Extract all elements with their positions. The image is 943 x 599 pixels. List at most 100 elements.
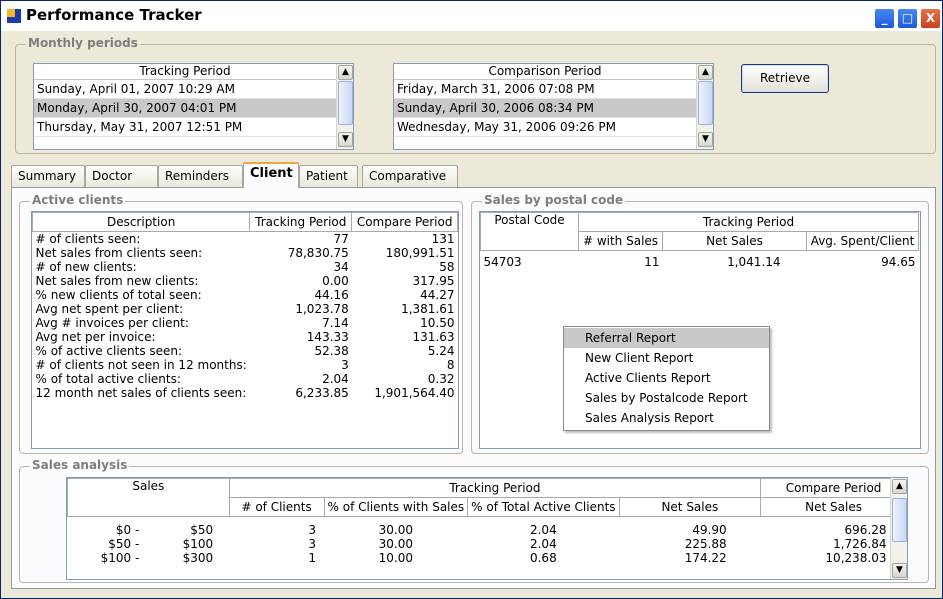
maximize-button[interactable]: □	[897, 8, 918, 29]
compare-value-cell: 0.32	[427, 372, 455, 386]
close-button[interactable]: X	[920, 8, 941, 29]
menu-item-sales-analysis-report[interactable]: Sales Analysis Report	[564, 408, 769, 428]
column-header-tracking-period[interactable]: Tracking Period	[249, 212, 353, 232]
tab-doctor[interactable]: Doctor	[85, 165, 158, 187]
sales-analysis-grid[interactable]: Sales Tracking Period Compare Period # o…	[66, 477, 908, 580]
scroll-thumb[interactable]	[338, 81, 353, 125]
comparison-period-list[interactable]: Comparison Period Friday, March 31, 2006…	[393, 63, 714, 150]
description-cell: Avg net per invoice:	[35, 330, 156, 344]
compare-value-cell: 10.50	[420, 316, 455, 330]
column-header-with-sales[interactable]: # with Sales	[578, 231, 663, 251]
scroll-thumb[interactable]	[892, 498, 907, 542]
column-header-pct-total-active-clients[interactable]: % of Total Active Clients	[467, 497, 620, 517]
tracking-period-row[interactable]: Thursday, May 31, 2007 12:51 PM	[34, 118, 336, 137]
table-row[interactable]: $0 - $50 3 30.00 2.04 49.90 696.28	[68, 517, 907, 538]
scroll-down-icon[interactable]: ▼	[892, 563, 907, 578]
column-header-tracking-period[interactable]: Tracking Period	[228, 478, 762, 498]
scroll-thumb[interactable]	[698, 81, 713, 125]
column-header-pct-clients-with-sales[interactable]: % of Clients with Sales	[323, 497, 469, 517]
minimize-button[interactable]: _	[874, 8, 895, 29]
column-header-compare-period[interactable]: Compare Period	[351, 212, 458, 232]
tab-reminders[interactable]: Reminders	[158, 165, 243, 187]
table-row[interactable]: $50 - $100 3 30.00 2.04 225.88 1,726.84	[68, 537, 907, 551]
pct-clients-with-sales-cell: 30.00	[378, 537, 414, 551]
table-row[interactable]: 54703 11 1,041.14 94.65	[481, 251, 919, 273]
retrieve-button[interactable]: Retrieve	[741, 64, 829, 93]
column-header-net-sales[interactable]: Net Sales	[618, 497, 762, 517]
table-row[interactable]: # of clients seen: 77 131	[33, 232, 458, 247]
compare-value-cell: 8	[446, 358, 455, 372]
tracking-period-row[interactable]: Sunday, April 01, 2007 10:29 AM	[34, 80, 336, 99]
table-row[interactable]: % of active clients seen: 52.38 5.24	[33, 344, 458, 358]
tab-summary[interactable]: Summary	[11, 165, 85, 187]
compare-net-sales-cell: 696.28	[844, 523, 887, 537]
active-clients-grid[interactable]: Description Tracking Period Compare Peri…	[31, 211, 459, 449]
minimize-icon: _	[881, 11, 888, 25]
description-cell: Net sales from clients seen:	[35, 246, 203, 260]
scroll-up-icon[interactable]: ▲	[698, 65, 713, 80]
table-row[interactable]: Avg net per invoice: 143.33 131.63	[33, 330, 458, 344]
comparison-period-scrollbar[interactable]: ▲ ▼	[696, 64, 713, 149]
description-cell: 12 month net sales of clients seen:	[35, 386, 247, 400]
column-header-compare-net-sales[interactable]: Net Sales	[760, 497, 907, 517]
scroll-down-icon[interactable]: ▼	[338, 132, 353, 147]
column-header-sales[interactable]: Sales	[67, 478, 230, 517]
tracking-period-scrollbar[interactable]: ▲ ▼	[336, 64, 353, 149]
table-row[interactable]: $100 - $300 1 10.00 0.68 174.22 10,238.03	[68, 551, 907, 565]
table-row[interactable]: # of new clients: 34 58	[33, 260, 458, 274]
sales-analysis-scrollbar[interactable]: ▲ ▼	[890, 478, 907, 579]
window-title: Performance Tracker	[26, 6, 202, 24]
clients-cell: 3	[308, 537, 317, 551]
menu-item-sales-by-postalcode-report[interactable]: Sales by Postalcode Report	[564, 388, 769, 408]
clients-cell: 1	[308, 551, 317, 565]
column-header-net-sales[interactable]: Net Sales	[662, 231, 807, 251]
tab-patient[interactable]: Patient	[299, 165, 358, 187]
description-cell: # of new clients:	[35, 260, 137, 274]
table-row[interactable]: Avg # invoices per client: 7.14 10.50	[33, 316, 458, 330]
description-cell: % new clients of total seen:	[35, 288, 202, 302]
comparison-period-row[interactable]: Friday, March 31, 2006 07:08 PM	[394, 80, 696, 99]
compare-value-cell: 58	[439, 260, 455, 274]
menu-item-new-client-report[interactable]: New Client Report	[564, 348, 769, 368]
compare-value-cell: 44.27	[420, 288, 455, 302]
comparison-period-row[interactable]: Wednesday, May 31, 2006 09:26 PM	[394, 118, 696, 137]
scroll-up-icon[interactable]: ▲	[338, 65, 353, 80]
column-header-description[interactable]: Description	[32, 212, 251, 232]
tracking-period-list[interactable]: Tracking Period Sunday, April 01, 2007 1…	[33, 63, 354, 150]
compare-value-cell: 180,991.51	[385, 246, 455, 260]
table-row[interactable]: 12 month net sales of clients seen: 6,233…	[33, 386, 458, 400]
table-row[interactable]: % of total active clients: 2.04 0.32	[33, 372, 458, 386]
table-row[interactable]: % new clients of total seen: 44.16 44.27	[33, 288, 458, 302]
column-header-avg-spent[interactable]: Avg. Spent/Client	[806, 231, 919, 251]
menu-item-active-clients-report[interactable]: Active Clients Report	[564, 368, 769, 388]
pct-clients-with-sales-cell: 10.00	[378, 551, 414, 565]
with-sales-cell: 11	[644, 254, 660, 269]
table-row[interactable]: # of clients not seen in 12 months: 3 8	[33, 358, 458, 372]
tracking-value-cell: 0.00	[322, 274, 349, 288]
column-header-postal-code[interactable]: Postal Code	[480, 212, 579, 251]
table-row[interactable]: Net sales from new clients: 0.00 317.95	[33, 274, 458, 288]
tracking-period-header: Tracking Period	[34, 64, 336, 80]
report-context-menu[interactable]: Referral Report New Client Report Active…	[563, 326, 770, 431]
pct-total-active-cell: 2.04	[529, 537, 557, 551]
title-bar[interactable]: Performance Tracker _ □ X	[1, 1, 942, 31]
table-row[interactable]: Net sales from clients seen: 78,830.75 180…	[33, 246, 458, 260]
scroll-up-icon[interactable]: ▲	[892, 479, 907, 494]
monthly-periods-label: Monthly periods	[26, 36, 140, 50]
sales-analysis-label: Sales analysis	[30, 458, 130, 472]
column-header-clients[interactable]: # of Clients	[228, 497, 325, 517]
net-sales-cell: 174.22	[684, 551, 727, 565]
tab-comparative[interactable]: Comparative	[362, 165, 458, 187]
column-header-tracking-period[interactable]: Tracking Period	[578, 212, 919, 232]
comparison-period-row-selected[interactable]: Sunday, April 30, 2006 08:34 PM	[394, 99, 696, 118]
tracking-value-cell: 78,830.75	[287, 246, 349, 260]
menu-item-referral-report[interactable]: Referral Report	[564, 328, 769, 348]
column-header-compare-period[interactable]: Compare Period	[760, 478, 907, 498]
compare-value-cell: 1,901,564.40	[374, 386, 455, 400]
postal-code-cell: 54703	[483, 254, 522, 269]
range-to-cell: $300	[182, 551, 214, 565]
table-row[interactable]: Avg net spent per client: 1,023.78 1,381.6…	[33, 302, 458, 316]
scroll-down-icon[interactable]: ▼	[698, 132, 713, 147]
tracking-period-row-selected[interactable]: Monday, April 30, 2007 04:01 PM	[34, 99, 336, 118]
tab-client[interactable]: Client	[243, 162, 299, 188]
